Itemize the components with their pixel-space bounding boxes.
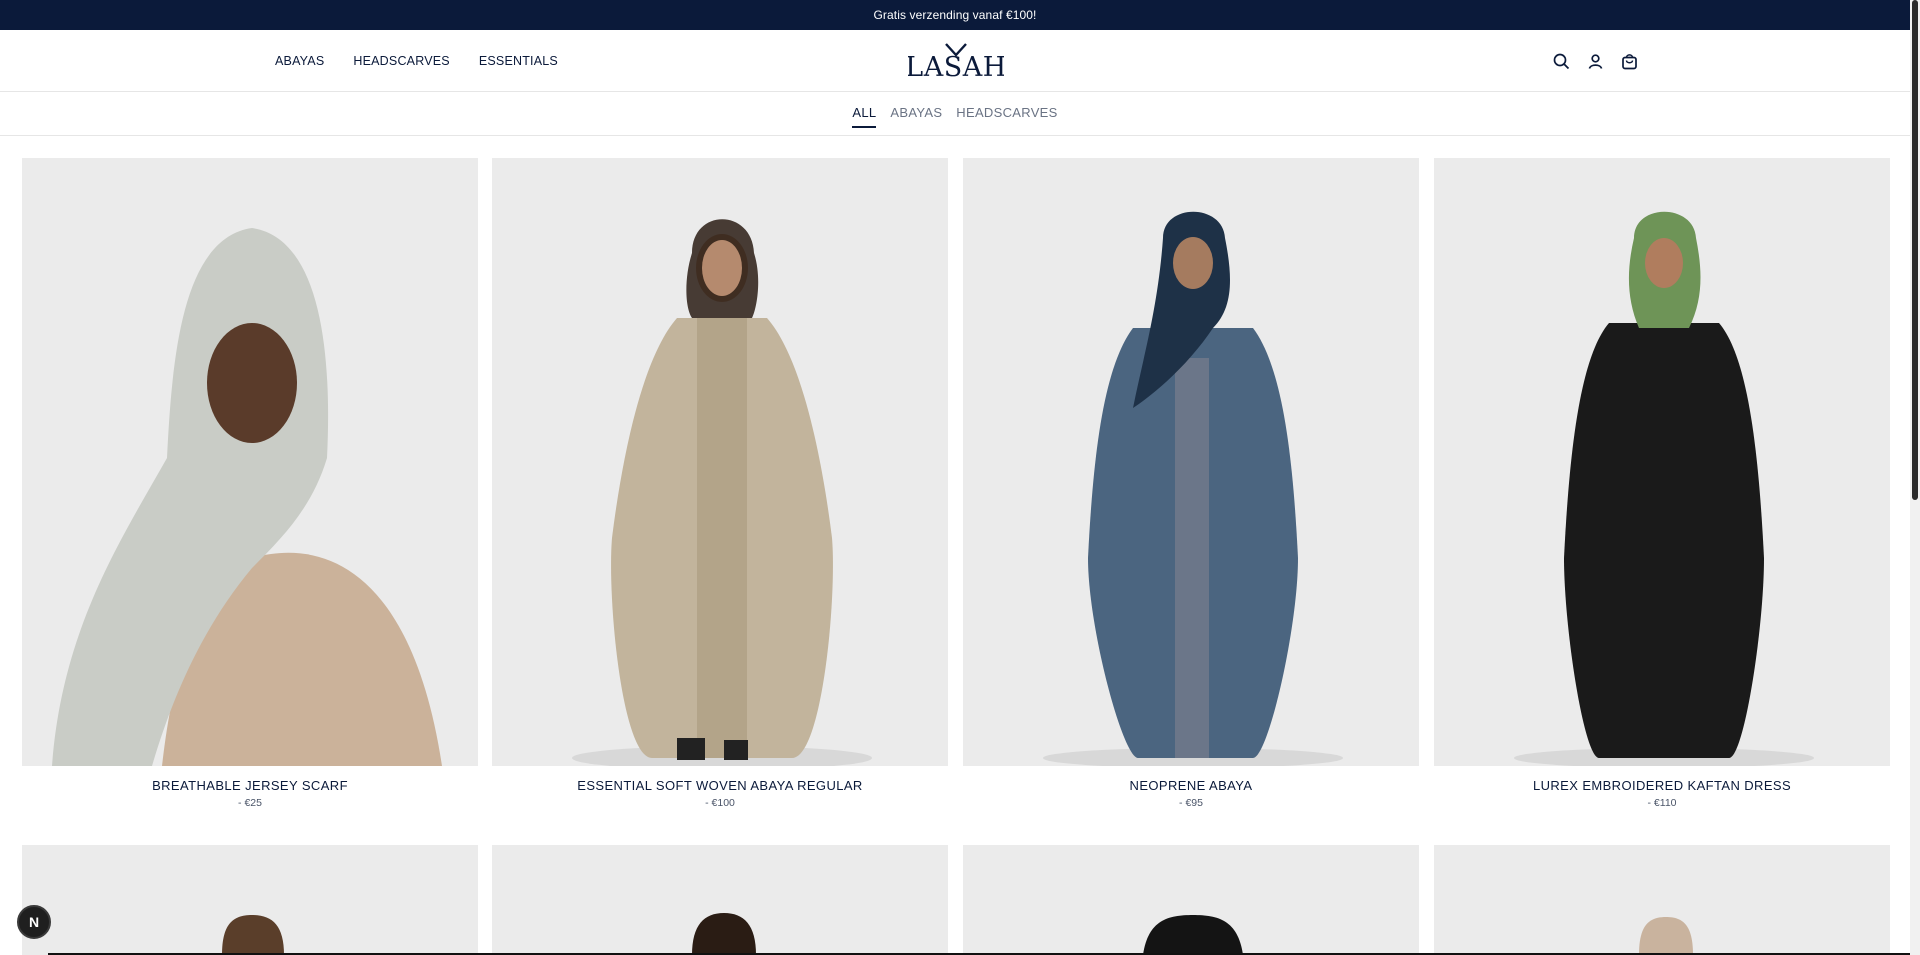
account-icon[interactable] [1586,52,1604,70]
product-image[interactable] [963,845,1419,955]
product-image[interactable] [492,158,948,766]
product-title[interactable]: BREATHABLE JERSEY SCARF [22,778,478,793]
site-header: ABAYAS HEADSCARVES ESSENTIALS LASAH [0,30,1910,92]
search-icon[interactable] [1552,52,1570,70]
nav-abayas[interactable]: ABAYAS [275,54,324,68]
product-price: - €25 [238,797,262,809]
scrollbar-thumb[interactable] [1912,0,1918,500]
tab-all[interactable]: ALL [852,105,877,128]
floating-badge-label: N [28,914,40,930]
product-title[interactable]: NEOPRENE ABAYA [963,778,1419,793]
brand-logo[interactable]: LASAH [908,40,1004,82]
product-price: - €100 [705,797,735,809]
nav-headscarves[interactable]: HEADSCARVES [353,54,449,68]
product-image[interactable] [22,158,478,766]
main-nav: ABAYAS HEADSCARVES ESSENTIALS [275,30,558,92]
header-icons [1552,30,1638,92]
product-image[interactable] [1434,845,1890,955]
announcement-bar: Gratis verzending vanaf €100! [0,0,1910,30]
category-tabs: ALL ABAYAS HEADSCARVES [0,92,1910,136]
tab-abayas[interactable]: ABAYAS [890,105,942,122]
product-price: - €95 [1179,797,1203,809]
product-title[interactable]: LUREX EMBROIDERED KAFTAN DRESS [1434,778,1890,793]
tab-headscarves[interactable]: HEADSCARVES [956,105,1057,122]
product-image[interactable] [492,845,948,955]
product-price: - €110 [1647,797,1677,809]
product-image[interactable] [22,845,478,955]
floating-n-button[interactable]: N [17,905,51,939]
product-title[interactable]: ESSENTIAL SOFT WOVEN ABAYA REGULAR [492,778,948,793]
page-scrollbar[interactable] [1910,0,1920,955]
product-image[interactable] [1434,158,1890,766]
nav-essentials[interactable]: ESSENTIALS [479,54,558,68]
announcement-text: Gratis verzending vanaf €100! [873,8,1037,22]
product-image[interactable] [963,158,1419,766]
cart-icon[interactable] [1620,52,1638,70]
